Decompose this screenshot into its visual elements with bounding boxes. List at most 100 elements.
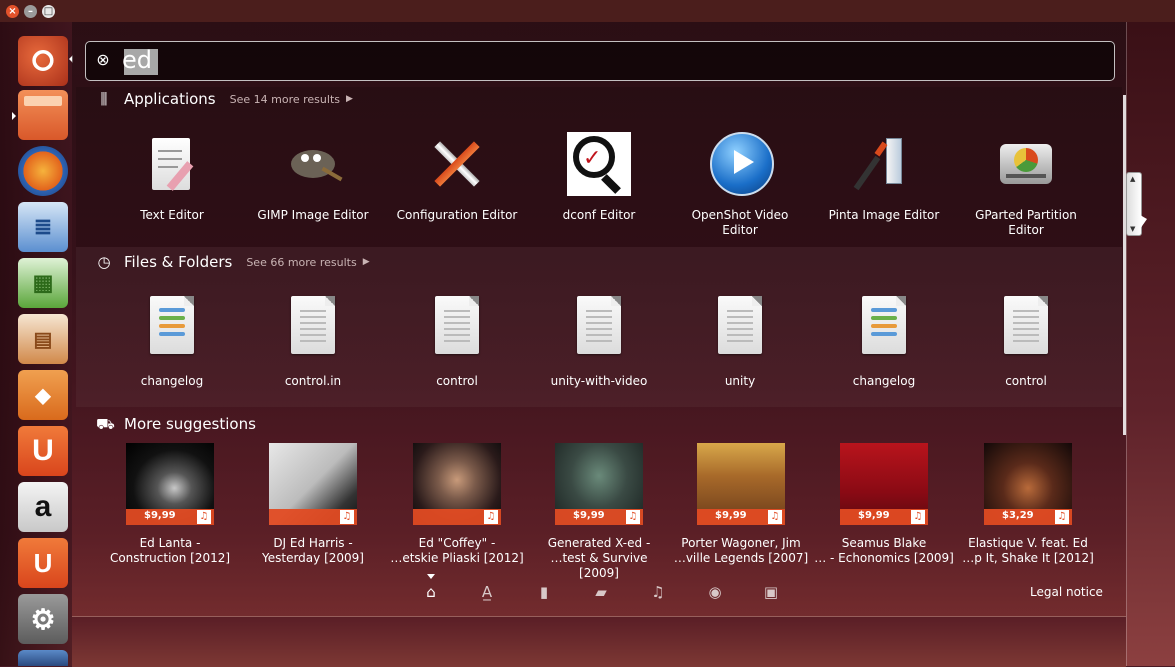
app-item[interactable]: ✓ dconf Editor bbox=[529, 132, 669, 223]
file-item[interactable]: changelog bbox=[102, 296, 242, 389]
clear-search-icon[interactable]: ⊗ bbox=[94, 51, 112, 69]
music-lens-icon[interactable]: ♫ bbox=[648, 582, 668, 602]
more-arrow-icon: ▶ bbox=[346, 94, 353, 104]
file-item[interactable]: control bbox=[387, 296, 527, 389]
files-title: Files & Folders bbox=[124, 253, 233, 271]
suggestion-title[interactable]: Elastique V. feat. Ed …p It, Shake It [2… bbox=[958, 536, 1098, 566]
file-item[interactable]: changelog bbox=[814, 296, 954, 389]
suggestion-title[interactable]: Porter Wagoner, Jim …ville Legends [2007… bbox=[671, 536, 811, 566]
file-label: unity-with-video bbox=[550, 374, 648, 388]
libreoffice-calc-icon[interactable]: ▦ bbox=[18, 258, 68, 308]
ubuntu-one-icon[interactable]: U bbox=[18, 426, 68, 476]
ubuntu-software-center-icon[interactable]: ◆ bbox=[18, 370, 68, 420]
scroll-up-icon: ▲ bbox=[1130, 175, 1136, 183]
text-file-icon bbox=[150, 296, 194, 354]
text-file-icon bbox=[435, 296, 479, 354]
suggestion-line: Ed "Coffey" - bbox=[418, 536, 496, 550]
app-item[interactable]: Text Editor bbox=[102, 132, 242, 223]
dash-home-icon[interactable]: ⭘ bbox=[18, 36, 68, 86]
files-header: ◷ Files & Folders See 66 more results ▶ bbox=[96, 251, 370, 273]
launcher: ⭘ ≣ ▦ ▤ ◆ U a U ⚙ bbox=[0, 22, 73, 666]
suggestion-line: …etskie Pliaski [2012] bbox=[390, 551, 524, 565]
app-label: Editor bbox=[722, 223, 758, 237]
album-cover[interactable]: $3,29 ♫ bbox=[984, 443, 1072, 525]
album-cover[interactable]: $9,99 ♫ bbox=[126, 443, 214, 525]
firefox-icon[interactable] bbox=[18, 146, 68, 196]
text-editor-icon bbox=[140, 132, 204, 196]
suggestion-title[interactable]: Seamus Blake … - Echonomics [2009] bbox=[814, 536, 954, 566]
album-cover[interactable]: $9,99 ♫ bbox=[840, 443, 928, 525]
file-label: unity bbox=[724, 374, 756, 388]
search-box[interactable]: ⊗ bbox=[85, 41, 1115, 81]
file-item[interactable]: control.in bbox=[243, 296, 383, 389]
suggestion-title[interactable]: DJ Ed Harris - Yesterday [2009] bbox=[243, 536, 383, 566]
music-note-icon: ♫ bbox=[340, 510, 354, 524]
app-item[interactable]: OpenShot Video Editor bbox=[670, 132, 810, 238]
album-cover[interactable]: ♫ bbox=[269, 443, 357, 525]
files-more-link[interactable]: See 66 more results bbox=[246, 256, 356, 269]
price-tag: ♫ bbox=[413, 509, 501, 525]
app-item[interactable]: Configuration Editor bbox=[387, 132, 527, 223]
maximize-window-icon[interactable]: □ bbox=[42, 5, 55, 18]
scroll-down-icon: ▼ bbox=[1130, 225, 1136, 233]
workspaces-icon[interactable] bbox=[18, 650, 68, 666]
amazon-icon[interactable]: a bbox=[18, 482, 68, 532]
app-item[interactable]: Pinta Image Editor bbox=[814, 132, 954, 223]
more-arrow-icon: ▶ bbox=[362, 257, 370, 267]
suggestion-title[interactable]: Generated X-ed - …test & Survive [2009] bbox=[529, 536, 669, 581]
launcher-running-arrow-icon bbox=[12, 112, 16, 120]
file-item[interactable]: unity-with-video bbox=[529, 296, 669, 389]
file-label: control bbox=[436, 374, 478, 388]
file-item[interactable]: unity bbox=[670, 296, 810, 389]
price-tag: $9,99 ♫ bbox=[126, 509, 214, 525]
text-file-icon bbox=[577, 296, 621, 354]
app-label: GIMP Image Editor bbox=[257, 208, 369, 222]
close-window-icon[interactable]: × bbox=[6, 5, 19, 18]
files-lens-icon[interactable]: ▮ bbox=[534, 582, 554, 602]
search-input[interactable] bbox=[122, 46, 1102, 74]
shopping-bag-icon: ⛟ bbox=[96, 415, 115, 433]
app-item[interactable]: GParted Partition Editor bbox=[956, 132, 1096, 238]
gparted-icon bbox=[994, 132, 1058, 196]
applications-lens-icon[interactable]: A̲ bbox=[477, 582, 497, 602]
legal-notice-link[interactable]: Legal notice bbox=[1030, 582, 1103, 602]
app-label: Text Editor bbox=[140, 208, 204, 222]
suggestion-line: DJ Ed Harris - bbox=[273, 536, 353, 550]
file-label: control.in bbox=[284, 374, 342, 388]
suggestion-title[interactable]: Ed "Coffey" - …etskie Pliaski [2012] bbox=[387, 536, 527, 566]
libreoffice-writer-icon[interactable]: ≣ bbox=[18, 202, 68, 252]
text-file-icon bbox=[718, 296, 762, 354]
app-item[interactable]: GIMP Image Editor bbox=[243, 132, 383, 223]
file-item[interactable]: control bbox=[956, 296, 1096, 389]
photos-lens-icon[interactable]: ◉ bbox=[705, 582, 725, 602]
applications-icon: ⫼ bbox=[100, 90, 108, 108]
minimize-window-icon[interactable]: – bbox=[24, 5, 37, 18]
system-settings-icon[interactable]: ⚙ bbox=[18, 594, 68, 644]
album-cover[interactable]: ♫ bbox=[413, 443, 501, 525]
file-label: control bbox=[1005, 374, 1047, 388]
social-lens-icon[interactable]: ▰ bbox=[591, 582, 611, 602]
suggestion-title[interactable]: Ed Lanta - Construction [2012] bbox=[100, 536, 240, 566]
home-lens-icon[interactable]: ⌂ bbox=[421, 582, 441, 602]
suggestion-line: Elastique V. feat. Ed bbox=[968, 536, 1088, 550]
ubuntu-one-music-icon[interactable]: U bbox=[18, 538, 68, 588]
album-cover[interactable]: $9,99 ♫ bbox=[697, 443, 785, 525]
file-label: changelog bbox=[852, 374, 916, 388]
libreoffice-impress-icon[interactable]: ▤ bbox=[18, 314, 68, 364]
price-label: $9,99 bbox=[858, 510, 890, 521]
suggestion-line: Generated X-ed - bbox=[547, 536, 651, 550]
album-cover[interactable]: $9,99 ♫ bbox=[555, 443, 643, 525]
suggestion-line: … - Echonomics [2009] bbox=[814, 551, 954, 565]
scrollbar-track[interactable] bbox=[1123, 95, 1126, 435]
video-lens-icon[interactable]: ▣ bbox=[761, 582, 781, 602]
dconf-editor-icon: ✓ bbox=[567, 132, 631, 196]
price-tag: $9,99 ♫ bbox=[697, 509, 785, 525]
music-note-icon: ♫ bbox=[626, 510, 640, 524]
suggestion-line: …p It, Shake It [2012] bbox=[962, 551, 1094, 565]
files-folder-icon[interactable] bbox=[18, 90, 68, 140]
app-label: dconf Editor bbox=[562, 208, 636, 222]
applications-more-link[interactable]: See 14 more results bbox=[230, 93, 340, 106]
price-label: $3,29 bbox=[1002, 510, 1034, 521]
app-label: GParted Partition bbox=[975, 208, 1077, 222]
mouse-pointer-icon bbox=[1140, 215, 1147, 229]
